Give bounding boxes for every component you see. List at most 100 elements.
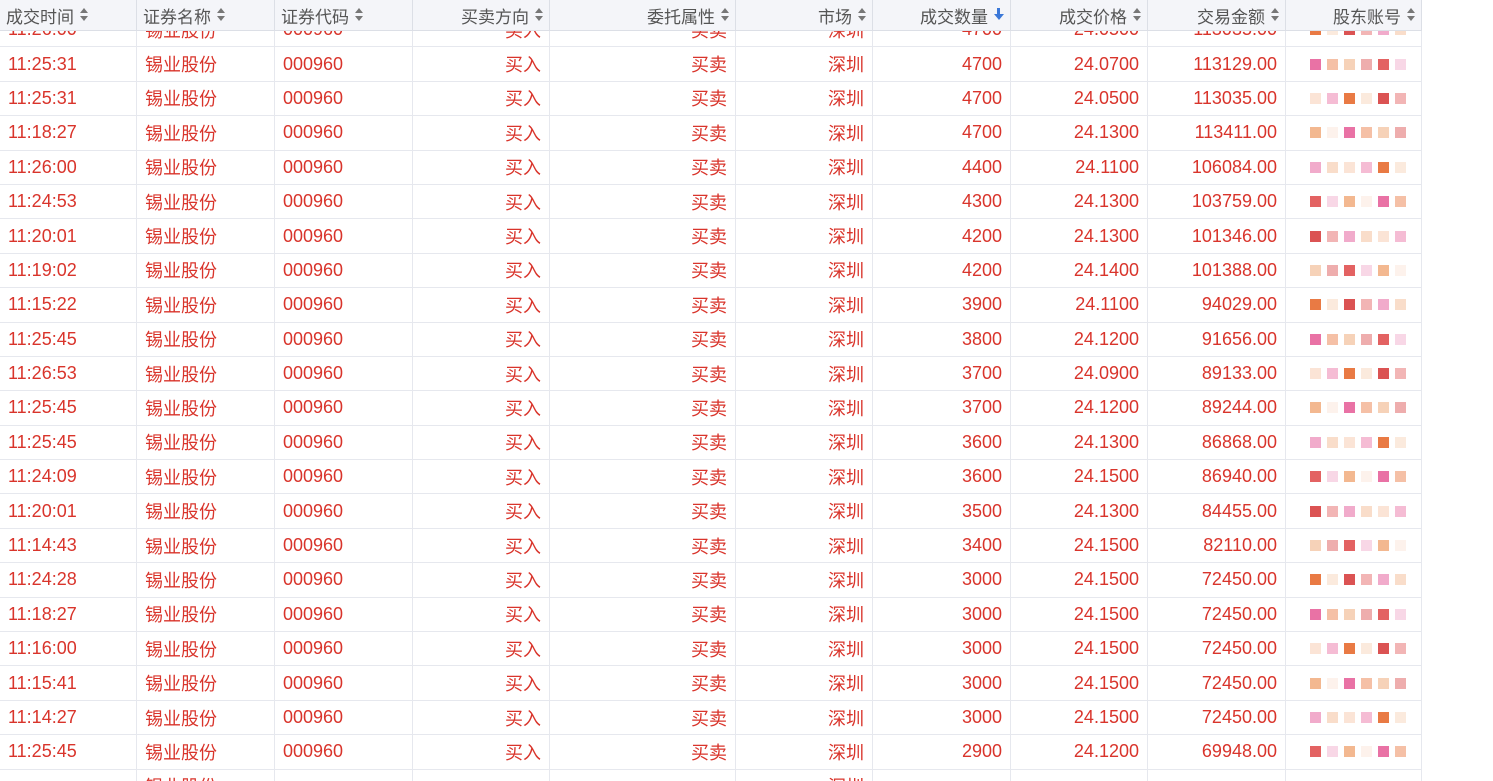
cell-account-obscured [1286,597,1422,632]
cell-amount: 101388.00 [1148,253,1286,288]
mosaic-block [1327,161,1338,173]
cell-order-type [550,769,736,781]
sort-icon[interactable] [355,8,363,22]
mosaic-block [1361,299,1372,311]
cell-amount: 86940.00 [1148,460,1286,494]
table-row[interactable]: 11:16:00 锡业股份 000960 买入 买卖 深圳 3000 24.1500 72450… [0,632,1422,667]
cell-account-obscured [1286,460,1422,494]
sort-desc-icon[interactable] [994,8,1004,22]
table-row[interactable]: 11:26:53 锡业股份 000960 买入 买卖 深圳 3700 24.0900 89133… [0,356,1422,392]
column-header-trade-time[interactable]: 成交时间 [0,0,137,30]
sort-icon[interactable] [1407,8,1415,22]
sort-icon[interactable] [1271,8,1279,22]
table-row[interactable]: 11:24:28 锡业股份 000960 买入 买卖 深圳 3000 24.1500 72450… [0,563,1422,598]
cell-price: 24.1300 [1011,494,1148,528]
column-header-market[interactable]: 市场 [736,0,873,30]
cell-account-obscured [1286,425,1422,460]
column-header-account[interactable]: 股东账号 [1286,0,1422,30]
cell-direction: 买入 [413,597,550,632]
mosaic-block [1378,161,1389,173]
cell-market: 深圳 [736,391,873,425]
mosaic-block [1344,230,1355,242]
sort-icon[interactable] [80,8,88,22]
cell-trade-time: 11:19:02 [0,253,137,288]
cell-amount: 89244.00 [1148,391,1286,425]
cell-price: 24.1100 [1011,288,1148,322]
column-header-quantity[interactable]: 成交数量 [873,0,1011,30]
sort-icon[interactable] [1133,8,1141,22]
mosaic-block [1378,574,1389,586]
table-row[interactable]: 11:25:45 锡业股份 000960 买入 买卖 深圳 3600 24.1300 86868… [0,425,1422,461]
cell-amount: 72450.00 [1148,563,1286,597]
table-row[interactable]: 11:14:27 锡业股份 000960 买入 买卖 深圳 3000 24.1500 72450… [0,700,1422,736]
cell-security-code: 000960 [275,288,413,322]
cell-security-code: 000960 [275,460,413,494]
table-row[interactable]: 11:24:53 锡业股份 000960 买入 买卖 深圳 4300 24.1300 10375… [0,184,1422,220]
table-row[interactable]: 11:24:09 锡业股份 000960 买入 买卖 深圳 3600 24.1500 86940… [0,460,1422,495]
cell-amount: 106084.00 [1148,150,1286,184]
table-row[interactable]: 11:25:31 锡业股份 000960 买入 买卖 深圳 4700 24.0500 11303… [0,81,1422,117]
table-body: 11:26:00锡业股份000960买入买卖深圳470024.050011303… [0,13,1422,781]
sort-icon[interactable] [217,8,225,22]
cell-price: 24.1500 [1011,597,1148,632]
cell-direction: 买入 [413,253,550,288]
mosaic-block [1310,436,1321,448]
mosaic-block [1344,712,1355,723]
column-header-direction[interactable]: 买卖方向 [413,0,550,30]
cell-amount [1148,769,1286,781]
sort-icon[interactable] [858,8,866,22]
table-row[interactable]: 11:20:01 锡业股份 000960 买入 买卖 深圳 3500 24.1300 84455… [0,494,1422,529]
cell-quantity: 3000 [873,700,1011,735]
cell-price: 24.1200 [1011,735,1148,769]
cell-price: 24.1500 [1011,700,1148,735]
mosaic-block [1395,677,1406,689]
mosaic-block [1395,333,1406,345]
table-row[interactable]: 11:14:43 锡业股份 000960 买入 买卖 深圳 3400 24.1500 82110… [0,528,1422,564]
table-row[interactable]: 11:26:00 锡业股份 000960 买入 买卖 深圳 4400 24.1100 10608… [0,150,1422,185]
table-row[interactable]: 11:15:22 锡业股份 000960 买入 买卖 深圳 3900 24.1100 94029… [0,288,1422,323]
sort-icon[interactable] [721,8,729,22]
cell-account-obscured [1286,769,1422,781]
cell-direction: 买入 [413,528,550,563]
cell-market: 深圳 [736,150,873,184]
mosaic-block [1378,92,1389,104]
cell-order-type: 买卖 [550,288,736,322]
cell-trade-time: 11:15:22 [0,288,137,322]
column-header-label: 市场 [818,7,852,27]
cell-security-code: 000960 [275,150,413,184]
table-row[interactable]: 11:25:45 锡业股份 000960 买入 买卖 深圳 3700 24.1200 89244… [0,391,1422,426]
cell-amount: 91656.00 [1148,322,1286,356]
column-header-price[interactable]: 成交价格 [1011,0,1148,30]
cell-market: 深圳 [736,460,873,494]
cell-order-type: 买卖 [550,597,736,632]
table-row[interactable]: 11:19:02 锡业股份 000960 买入 买卖 深圳 4200 24.1400 10138… [0,253,1422,289]
cell-amount: 113129.00 [1148,47,1286,81]
cell-direction: 买入 [413,666,550,700]
cell-market: 深圳 [736,47,873,81]
cell-security-name: 锡业股份 [137,425,275,460]
mosaic-block [1344,505,1355,517]
table-row[interactable]: 11:25:45 锡业股份 000960 买入 买卖 深圳 3800 24.1200 91656… [0,322,1422,357]
table-row[interactable]: 锡业股份 深圳 [0,769,1422,781]
column-header-security-name[interactable]: 证券名称 [137,0,275,30]
cell-order-type: 买卖 [550,666,736,700]
table-row[interactable]: 11:20:01 锡业股份 000960 买入 买卖 深圳 4200 24.1300 10134… [0,219,1422,254]
sort-icon[interactable] [535,8,543,22]
column-header-amount[interactable]: 交易金额 [1148,0,1286,30]
mosaic-block [1378,505,1389,517]
mosaic-block [1310,264,1321,276]
mosaic-block [1310,540,1321,552]
column-header-security-code[interactable]: 证券代码 [275,0,413,30]
table-row[interactable]: 11:15:41 锡业股份 000960 买入 买卖 深圳 3000 24.1500 72450… [0,666,1422,701]
table-row[interactable]: 11:25:45 锡业股份 000960 买入 买卖 深圳 2900 24.1200 69948… [0,735,1422,770]
column-header-order-type[interactable]: 委托属性 [550,0,736,30]
cell-market: 深圳 [736,81,873,116]
column-header-label: 股东账号 [1333,7,1401,27]
table-row[interactable]: 11:25:31 锡业股份 000960 买入 买卖 深圳 4700 24.0700 11312… [0,47,1422,82]
cell-security-name: 锡业股份 [137,769,275,781]
table-row[interactable]: 11:18:27 锡业股份 000960 买入 买卖 深圳 3000 24.1500 72450… [0,597,1422,633]
table-row[interactable]: 11:18:27 锡业股份 000960 买入 买卖 深圳 4700 24.1300 11341… [0,116,1422,151]
mosaic-block [1327,712,1338,723]
mosaic-block [1378,677,1389,689]
mosaic-block [1395,505,1406,517]
